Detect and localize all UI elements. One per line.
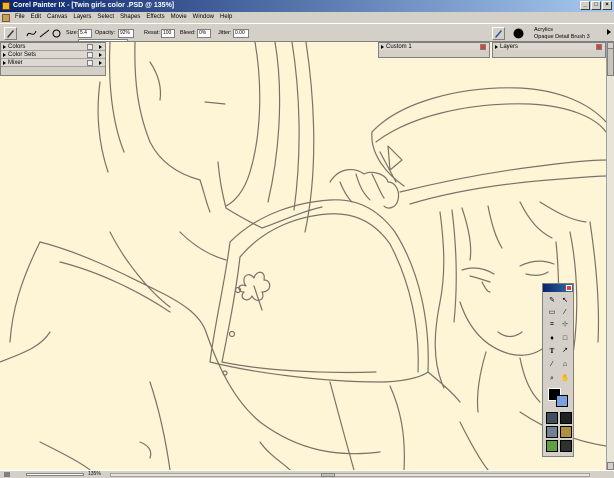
layers-palette: Layers — [492, 42, 606, 58]
menu-help[interactable]: Help — [217, 12, 235, 23]
mixer-palette-label: Mixer — [8, 60, 23, 66]
scroll-down-icon[interactable] — [607, 462, 614, 470]
color-sets-palette-header[interactable]: Color Sets — [1, 51, 105, 59]
rectangle-shape-tool-icon[interactable]: □ — [560, 334, 570, 344]
menu-edit[interactable]: Edit — [28, 12, 44, 23]
dropper-tool-icon[interactable]: ⁄ — [547, 360, 557, 370]
zoom-level: 135% — [88, 471, 101, 477]
left-palette-stack: Colors Color Sets Mixer — [0, 42, 106, 76]
menu-effects[interactable]: Effects — [143, 12, 167, 23]
opacity-label: Opacity: — [95, 30, 116, 36]
size-label: Size: — [66, 30, 79, 36]
layers-palette-label: Layers — [500, 44, 519, 50]
zoom-slider[interactable] — [26, 473, 84, 476]
colors-palette-header[interactable]: Colors — [1, 43, 105, 51]
brush-tool-icon[interactable] — [4, 27, 17, 40]
custom-palette: Custom 1 — [378, 42, 490, 58]
expand-triangle-icon[interactable] — [3, 53, 6, 57]
close-palette-icon[interactable] — [87, 44, 93, 50]
toolbox-title-bar[interactable] — [543, 284, 573, 292]
close-palette-icon[interactable] — [87, 60, 93, 66]
color-sets-palette-label: Color Sets — [8, 52, 37, 58]
close-toolbox-icon[interactable] — [566, 285, 572, 291]
menu-file[interactable]: File — [12, 12, 28, 23]
close-palette-icon[interactable] — [87, 52, 93, 58]
menu-bar: File Edit Canvas Layers Select Shapes Ef… — [0, 12, 614, 23]
layers-palette-header[interactable]: Layers — [493, 43, 605, 50]
horizontal-scrollbar-thumb[interactable] — [321, 473, 335, 477]
magnifier-tool-icon[interactable]: ⌕ — [547, 374, 557, 384]
palette-menu-icon[interactable] — [99, 53, 102, 57]
selection-adjuster-tool-icon[interactable]: ⊹ — [560, 320, 570, 330]
jitter-field[interactable]: 0.00 — [233, 29, 249, 38]
brush-variant-label[interactable]: Opaque Detail Brush 3 — [534, 32, 590, 42]
line-art-sketch — [0, 42, 606, 470]
drawing-canvas[interactable]: Colors Color Sets Mixer Custom 1 Layers … — [0, 42, 606, 470]
menu-window[interactable]: Window — [190, 12, 217, 23]
palette-menu-icon[interactable] — [99, 61, 102, 65]
crop-tool-icon[interactable]: ⌗ — [547, 320, 557, 330]
expand-triangle-icon[interactable] — [3, 45, 6, 49]
text-tool-icon[interactable]: T — [547, 346, 557, 356]
rectangular-selection-tool-icon[interactable]: ▭ — [547, 308, 557, 318]
bleed-field[interactable]: 0% — [197, 29, 211, 38]
expand-triangle-icon[interactable] — [495, 45, 498, 49]
maximize-icon[interactable]: □ — [591, 1, 601, 10]
expand-triangle-icon[interactable] — [381, 45, 384, 49]
mixer-palette-header[interactable]: Mixer — [1, 59, 105, 67]
property-bar: Size: 5.4 Opacity: 92% Resat: 100 Bleed:… — [0, 23, 614, 42]
shape-selection-tool-icon[interactable]: ↗ — [560, 346, 570, 356]
horizontal-scrollbar[interactable] — [110, 473, 590, 477]
menu-select[interactable]: Select — [94, 12, 117, 23]
weaving-selector-icon[interactable] — [560, 426, 572, 438]
opacity-field[interactable]: 92% — [118, 29, 134, 38]
toolbox: ✎ ↖ ▭ ⁄ ⌗ ⊹ ♦ □ T ↗ ⁄ ⌂ ⌕ ✋ — [542, 283, 574, 457]
layer-adjuster-tool-icon[interactable]: ↖ — [560, 296, 570, 306]
custom-palette-label: Custom 1 — [386, 44, 412, 50]
gradient-selector-icon[interactable] — [560, 412, 572, 424]
zoom-out-icon[interactable] — [4, 472, 10, 477]
custom-palette-header[interactable]: Custom 1 — [379, 43, 489, 50]
brush-reset-icon[interactable] — [50, 27, 63, 40]
menu-layers[interactable]: Layers — [70, 12, 94, 23]
vertical-scrollbar[interactable] — [606, 42, 614, 470]
painter-window: Corel Painter IX - [Twin girls color .PS… — [0, 0, 614, 478]
colors-palette-label: Colors — [8, 44, 26, 50]
window-title: Corel Painter IX - [Twin girls color .PS… — [13, 2, 175, 9]
menu-movie[interactable]: Movie — [168, 12, 190, 23]
menu-canvas[interactable]: Canvas — [44, 12, 70, 23]
brush-category-icon[interactable] — [492, 27, 505, 40]
title-bar[interactable]: Corel Painter IX - [Twin girls color .PS… — [0, 0, 614, 12]
brush-variant-dab-icon[interactable] — [512, 27, 525, 40]
palette-menu-icon[interactable] — [99, 45, 102, 49]
status-bar: 135% — [0, 470, 614, 478]
pen-tool-icon[interactable]: ♦ — [547, 334, 557, 344]
close-icon[interactable]: × — [602, 1, 612, 10]
magic-wand-tool-icon[interactable]: ⁄ — [560, 308, 570, 318]
document-icon[interactable] — [2, 13, 10, 22]
stroke-type-freehand-icon[interactable] — [25, 27, 38, 40]
brush-selector-expand-icon[interactable] — [607, 29, 611, 35]
grabber-tool-icon[interactable]: ✋ — [560, 374, 570, 384]
resat-label: Resat: — [144, 30, 160, 36]
scrollbar-thumb[interactable] — [607, 48, 614, 76]
window-controls: _ □ × — [580, 1, 612, 10]
paper-selector-icon[interactable] — [546, 412, 558, 424]
paint-bucket-tool-icon[interactable]: ⌂ — [560, 360, 570, 370]
pattern-selector-icon[interactable] — [546, 426, 558, 438]
bleed-label: Bleed: — [180, 30, 196, 36]
close-palette-icon[interactable] — [480, 44, 486, 50]
additional-color-swatch[interactable] — [556, 395, 568, 407]
size-field[interactable]: 5.4 — [78, 29, 92, 38]
expand-triangle-icon[interactable] — [3, 61, 6, 65]
minimize-icon[interactable]: _ — [580, 1, 590, 10]
look-selector-icon[interactable] — [560, 440, 572, 452]
brush-tool-icon[interactable]: ✎ — [547, 296, 557, 306]
jitter-label: Jitter: — [218, 30, 232, 36]
menu-shapes[interactable]: Shapes — [117, 12, 143, 23]
close-palette-icon[interactable] — [596, 44, 602, 50]
resat-field[interactable]: 100 — [161, 29, 175, 38]
painter-app-icon[interactable] — [2, 2, 10, 10]
nozzle-selector-icon[interactable] — [546, 440, 558, 452]
